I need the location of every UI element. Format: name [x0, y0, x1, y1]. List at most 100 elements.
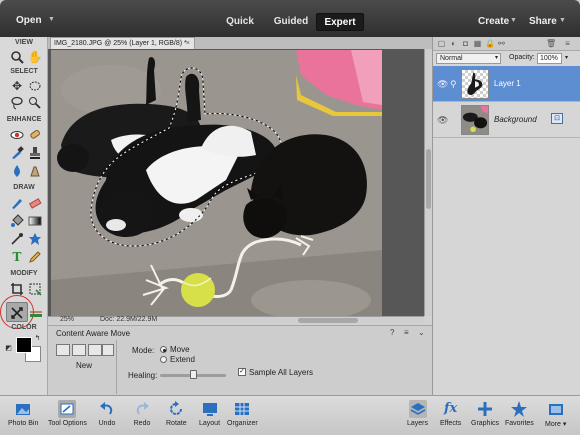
opacity-input[interactable]: 100% — [537, 53, 562, 64]
collapse-chevron-icon[interactable]: ⌄ — [418, 328, 425, 337]
document-tab[interactable]: IMG_2180.JPG @ 25% (Layer 1, RGB/8) * × — [50, 37, 195, 49]
background-layer-name[interactable]: Background — [494, 115, 537, 124]
more-button[interactable]: More ▾ — [545, 400, 566, 428]
swap-colors-icon[interactable]: ↰ — [33, 333, 42, 342]
add-layer-mask-icon[interactable]: ◘ — [461, 39, 470, 48]
link-icon[interactable]: ⚲ — [450, 79, 457, 90]
graphics-icon — [476, 400, 494, 418]
open-chevron-icon[interactable]: ▼ — [48, 16, 55, 23]
layout-button[interactable]: Layout — [199, 400, 220, 427]
lasso-tool-icon[interactable] — [9, 95, 25, 110]
opacity-label: Opacity: — [509, 54, 535, 61]
delete-layer-icon[interactable]: 🗑 — [546, 39, 556, 48]
recompose-tool-icon[interactable] — [27, 281, 43, 296]
graphics-button[interactable]: Graphics — [471, 400, 499, 427]
top-bar: Open ▼ Quick Guided Expert Create ▼ Shar… — [0, 0, 580, 37]
add-selection-button[interactable] — [72, 344, 86, 356]
mode-quick[interactable]: Quick — [218, 13, 262, 31]
marquee-tool-icon[interactable] — [27, 78, 43, 93]
blur-tool-icon[interactable] — [9, 163, 25, 178]
layer-row-layer-1[interactable]: 👁 ⚲ Layer 1 — [433, 66, 580, 102]
clone-stamp-tool-icon[interactable] — [27, 145, 43, 160]
horizontal-scroll-thumb[interactable] — [298, 318, 358, 323]
share-chevron-icon[interactable]: ▼ — [559, 17, 566, 24]
content-aware-move-tool-icon[interactable] — [9, 305, 25, 320]
close-tab-icon[interactable]: × — [186, 38, 190, 49]
link-layers-icon[interactable]: ⚯ — [497, 39, 506, 48]
opacity-chevron-icon[interactable]: ▾ — [565, 54, 568, 61]
foreground-color-swatch[interactable] — [16, 337, 32, 353]
sample-all-layers-label[interactable]: Sample All Layers — [249, 368, 313, 377]
custom-shape-tool-icon[interactable] — [27, 231, 43, 246]
open-menu[interactable]: Open — [16, 15, 42, 26]
vertical-scrollbar[interactable] — [424, 49, 432, 316]
lock-transparent-icon[interactable]: ▦ — [473, 39, 482, 48]
panel-menu-icon[interactable]: ≡ — [404, 328, 409, 337]
document-tab-title: IMG_2180.JPG @ 25% (Layer 1, RGB/8) * — [54, 40, 187, 47]
section-color: COLOR — [11, 324, 37, 331]
healing-slider-knob[interactable] — [190, 370, 197, 379]
favorites-button[interactable]: Favorites — [505, 400, 534, 427]
blend-mode-select[interactable]: Normal ▾ — [436, 53, 501, 64]
new-selection-label: New — [76, 361, 93, 370]
default-colors-icon[interactable]: ◩ — [4, 343, 13, 352]
zoom-level: 25% — [60, 316, 75, 323]
blend-mode-value: Normal — [440, 55, 463, 62]
visibility-eye-icon[interactable]: 👁 — [437, 115, 448, 126]
vertical-scroll-thumb[interactable] — [426, 149, 431, 209]
mode-move-radio[interactable] — [160, 346, 167, 353]
redo-button[interactable]: Redo — [133, 400, 151, 427]
smart-brush-tool-icon[interactable] — [9, 145, 25, 160]
mode-move-label[interactable]: Move — [170, 345, 190, 354]
red-eye-tool-icon[interactable] — [9, 127, 25, 142]
straighten-tool-icon[interactable] — [28, 305, 44, 320]
layer-1-thumbnail — [461, 69, 489, 99]
spot-healing-tool-icon[interactable] — [27, 127, 43, 142]
rotate-icon — [167, 400, 185, 418]
sample-all-layers-checkbox[interactable]: ✓ — [238, 368, 246, 376]
help-icon[interactable]: ? — [390, 328, 394, 337]
effects-label: Effects — [440, 420, 462, 427]
subtract-selection-button[interactable] — [88, 344, 102, 356]
layers-button[interactable]: Layers — [407, 400, 428, 427]
gradient-tool-icon[interactable] — [27, 213, 43, 228]
sponge-tool-icon[interactable] — [27, 163, 43, 178]
layer-row-background[interactable]: 👁 Background ⊡ — [433, 102, 580, 138]
effects-button[interactable]: fx Effects — [440, 400, 461, 427]
intersect-selection-button[interactable] — [102, 344, 114, 356]
new-adjustment-layer-icon[interactable]: ◐ — [449, 39, 458, 48]
organizer-button[interactable]: Organizer — [227, 400, 258, 427]
rotate-button[interactable]: Rotate — [166, 400, 187, 427]
undo-button[interactable]: Undo — [98, 400, 116, 427]
zoom-tool-icon[interactable] — [9, 49, 25, 64]
quick-selection-tool-icon[interactable] — [27, 95, 43, 110]
share-menu[interactable]: Share — [529, 16, 557, 27]
lock-all-icon[interactable]: 🔒 — [485, 39, 495, 48]
favorites-label: Favorites — [505, 420, 534, 427]
new-layer-icon[interactable]: ▢ — [437, 39, 446, 48]
create-menu[interactable]: Create — [478, 16, 509, 27]
mode-guided[interactable]: Guided — [268, 13, 314, 31]
layers-panel-menu-icon[interactable]: ≡ — [563, 39, 572, 48]
pencil-tool-icon[interactable] — [27, 249, 43, 264]
create-chevron-icon[interactable]: ▼ — [510, 17, 517, 24]
eyedropper-tool-icon[interactable] — [9, 231, 25, 246]
tool-options-button[interactable]: Tool Options — [48, 400, 87, 427]
hand-tool-icon[interactable]: ✋ — [27, 49, 43, 64]
visibility-eye-icon[interactable]: 👁 — [437, 79, 448, 90]
brush-tool-icon[interactable] — [9, 195, 25, 210]
new-selection-button[interactable] — [56, 344, 70, 356]
paint-bucket-tool-icon[interactable] — [9, 213, 25, 228]
eraser-tool-icon[interactable] — [27, 195, 43, 210]
type-tool-icon[interactable]: T — [9, 249, 25, 264]
photo-canvas[interactable] — [51, 50, 382, 316]
mode-expert[interactable]: Expert — [316, 13, 364, 31]
photo-bin-button[interactable]: Photo Bin — [8, 400, 38, 427]
layer-lock-badge-icon[interactable]: ⊡ — [551, 113, 563, 124]
mode-extend-label[interactable]: Extend — [170, 355, 195, 364]
mode-extend-radio[interactable] — [160, 356, 167, 363]
layer-1-name[interactable]: Layer 1 — [494, 79, 521, 88]
layers-icon — [408, 400, 427, 418]
move-tool-icon[interactable]: ✥ — [9, 78, 25, 93]
crop-tool-icon[interactable] — [9, 281, 25, 296]
